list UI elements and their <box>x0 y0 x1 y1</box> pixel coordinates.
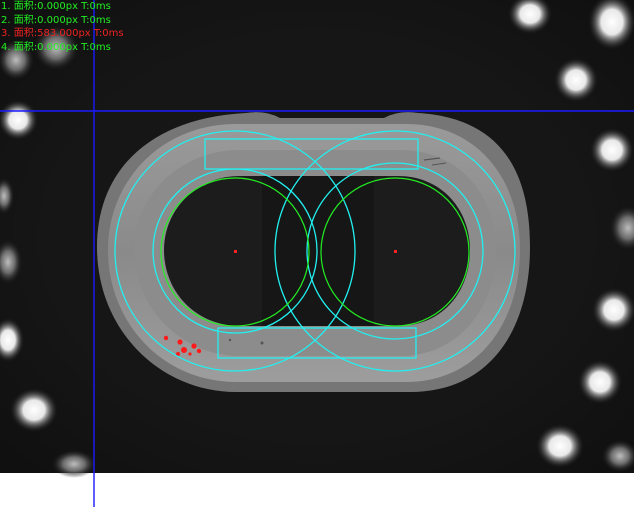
result-line-4: 4. 面积:0.000px T:0ms <box>1 41 111 53</box>
glint-left-5 <box>10 388 58 432</box>
defect-blob <box>177 339 183 345</box>
camera-image <box>0 0 634 478</box>
spot-2 <box>228 338 232 342</box>
glint-bottom-right-1 <box>536 424 584 468</box>
defect-blob <box>191 343 197 349</box>
inspection-viewport <box>0 0 634 507</box>
glint-right-1 <box>554 58 598 102</box>
center-mark-right <box>394 250 397 253</box>
defect-blob <box>188 352 192 356</box>
glint-right-5 <box>578 360 622 404</box>
glint-right-4 <box>592 288 634 332</box>
defect-blob <box>163 335 169 341</box>
spot-1 <box>260 341 264 345</box>
result-line-3: 3. 面积:583.000px T:0ms <box>1 28 124 39</box>
glint-bottom-left-1 <box>52 450 96 478</box>
slot-bridge-shadow <box>262 176 374 326</box>
defect-blob <box>181 347 187 353</box>
defect-blob <box>196 348 202 354</box>
center-mark-left <box>234 250 237 253</box>
result-line-1: 1. 面积:0.000px T:0ms <box>1 1 111 12</box>
result-line-2: 2. 面积:0.000px T:0ms <box>1 14 111 26</box>
inspection-results-list: 1. 面积:0.000px T:0ms 2. 面积:0.000px T:0ms … <box>1 0 124 54</box>
glint-right-2 <box>590 128 634 172</box>
